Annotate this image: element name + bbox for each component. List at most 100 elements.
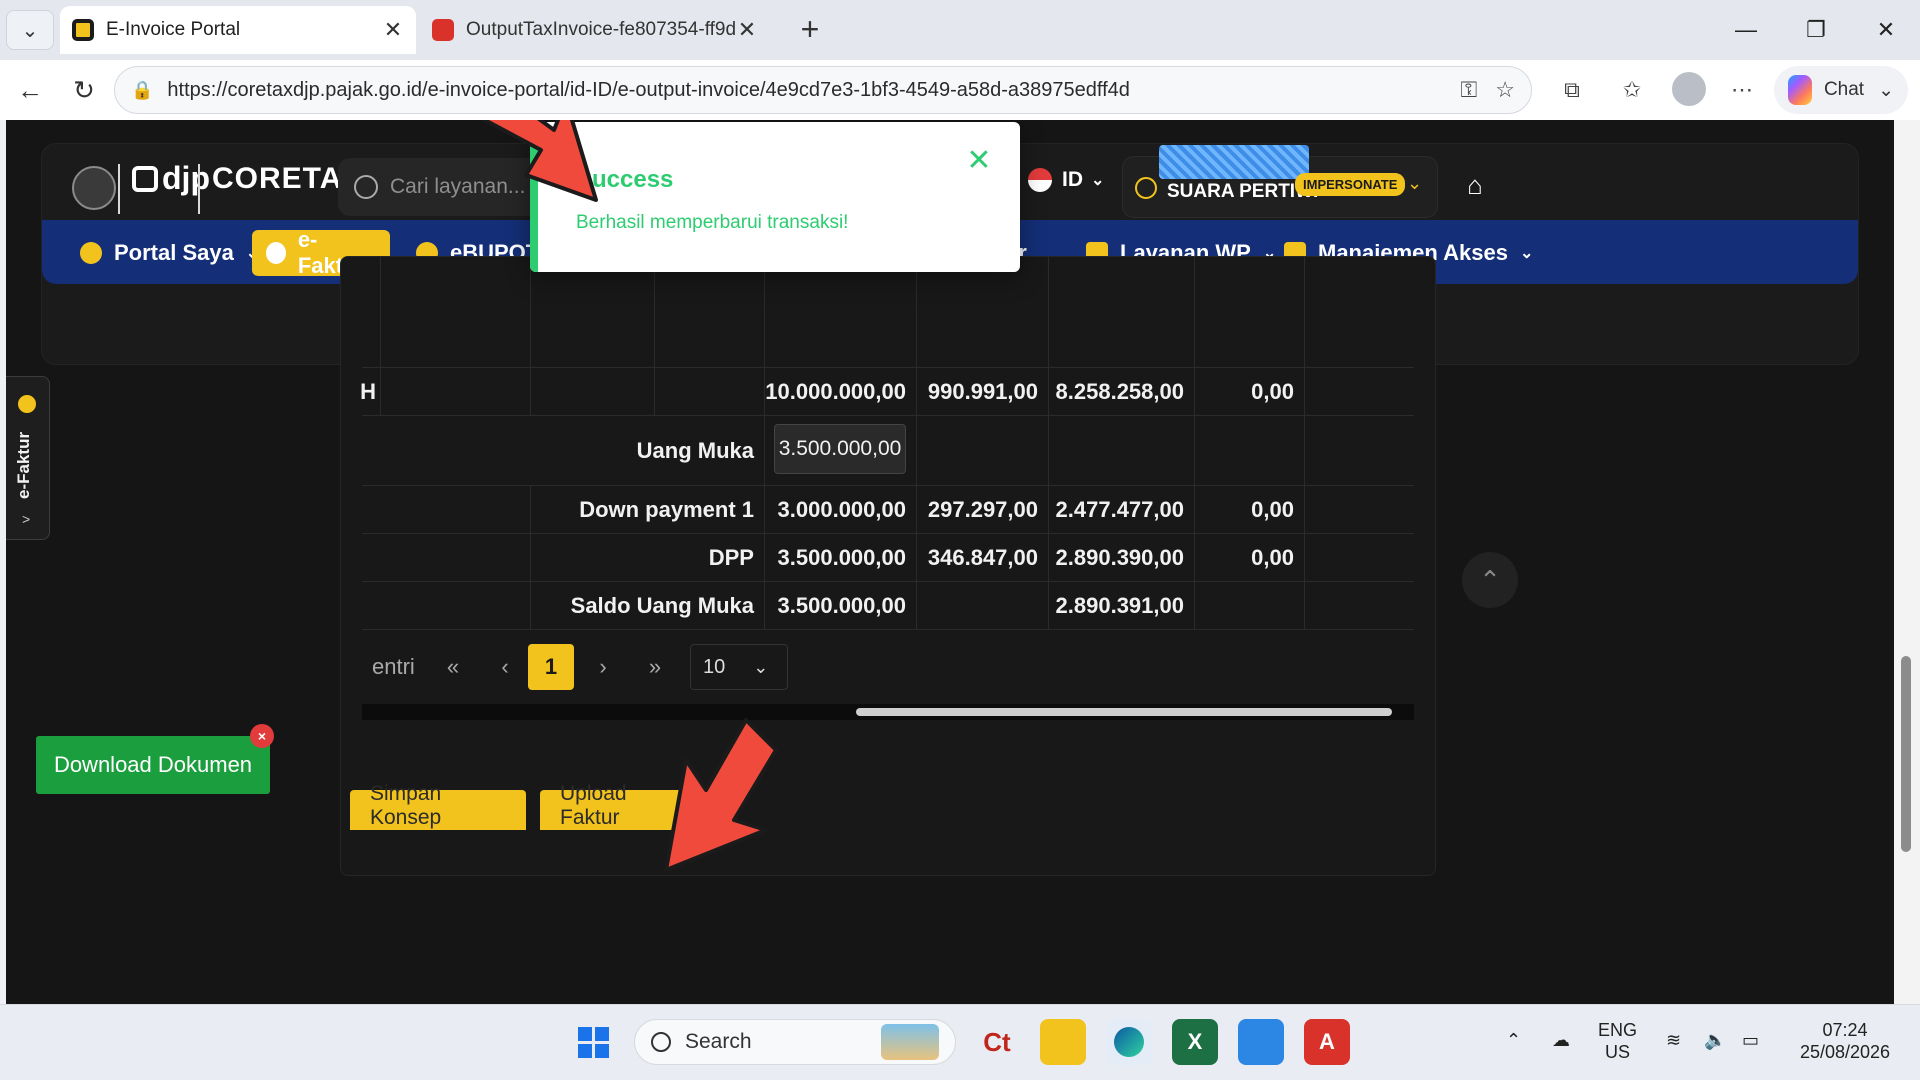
next-page-button[interactable]: › bbox=[580, 644, 626, 690]
restore-button[interactable]: ❐ bbox=[1786, 8, 1846, 52]
key-icon[interactable]: ⚿ bbox=[1461, 77, 1478, 103]
volume-icon[interactable]: 🔈 bbox=[1704, 1029, 1726, 1051]
table-cell: Down payment 1 bbox=[530, 486, 764, 533]
prev-page-button[interactable]: ‹ bbox=[482, 644, 528, 690]
minimize-button[interactable]: — bbox=[1716, 8, 1776, 52]
battery-icon[interactable]: ▭ bbox=[1742, 1029, 1759, 1051]
page-1-button[interactable]: 1 bbox=[528, 644, 574, 690]
url-text: https://coretaxdjp.pajak.go.id/e-invoice… bbox=[167, 78, 1130, 101]
table-row-down-payment: Down payment 1 3.000.000,00 297.297,00 2… bbox=[362, 486, 1414, 534]
new-tab-button[interactable]: + bbox=[790, 12, 830, 48]
file-explorer-icon[interactable] bbox=[1040, 1019, 1086, 1065]
more-menu-icon[interactable]: ⋯ bbox=[1722, 70, 1762, 110]
divider bbox=[198, 164, 200, 214]
page-viewport: djp CORETAX Cari layanan... ID ⌄ SUARA P… bbox=[6, 120, 1894, 1004]
url-field[interactable]: 🔒 https://coretaxdjp.pajak.go.id/e-invoi… bbox=[114, 66, 1532, 114]
table-cell bbox=[1194, 416, 1304, 485]
table-cell bbox=[764, 256, 916, 367]
close-download-icon[interactable]: × bbox=[250, 724, 274, 748]
wifi-icon[interactable]: ≋ bbox=[1666, 1029, 1681, 1051]
table-cell: 2.890.390,00 bbox=[1048, 534, 1194, 581]
search-highlight-image bbox=[881, 1024, 939, 1060]
search-icon bbox=[651, 1032, 671, 1052]
page-vertical-scrollbar[interactable] bbox=[1894, 120, 1920, 1004]
extensions-icon[interactable]: ⧉ bbox=[1552, 70, 1592, 110]
table-cell bbox=[1194, 582, 1304, 629]
table-cell bbox=[380, 368, 530, 415]
copilot-chat-button[interactable]: Chat ⌄ bbox=[1774, 66, 1908, 114]
chevron-right-icon: > bbox=[22, 511, 31, 527]
chevron-down-icon: ⌄ bbox=[1519, 245, 1534, 262]
chevron-down-icon: ⌄ bbox=[1407, 173, 1423, 193]
save-draft-button[interactable]: Simpan Konsep bbox=[350, 782, 526, 830]
copilot-icon bbox=[1788, 75, 1812, 105]
red-annotation-arrow-icon bbox=[664, 718, 778, 872]
chevron-down-icon: ⌄ bbox=[1878, 79, 1894, 101]
tray-overflow-icon[interactable]: ⌃ bbox=[1506, 1029, 1521, 1051]
scrollbar-thumb[interactable] bbox=[856, 708, 1392, 716]
table-cell: 3.500.000,00 bbox=[764, 582, 916, 629]
table-row-saldo: Saldo Uang Muka 3.500.000,00 2.890.391,0… bbox=[362, 582, 1414, 630]
photos-icon[interactable] bbox=[1238, 1019, 1284, 1065]
tab-title: OutputTaxInvoice-fe807354-ff9d-4 bbox=[466, 19, 736, 40]
taskbar-search[interactable]: Search bbox=[634, 1019, 956, 1065]
close-window-button[interactable]: ✕ bbox=[1856, 8, 1916, 52]
table-cell: 10.000.000,00 bbox=[764, 368, 916, 415]
windows-taskbar: Search Ct X A ⌃ ☁ ENG US ≋ 🔈 ▭ 07:24 25/… bbox=[0, 1004, 1920, 1080]
table-cell bbox=[1304, 486, 1414, 533]
reload-button[interactable]: ↻ bbox=[64, 70, 104, 110]
coretax-app-icon[interactable]: Ct bbox=[974, 1019, 1020, 1065]
tab-list-button[interactable]: ⌄ bbox=[6, 10, 54, 50]
browser-tab-bar: ⌄ E-Invoice Portal ✕ OutputTaxInvoice-fe… bbox=[0, 0, 1920, 60]
favorites-icon[interactable]: ✩ bbox=[1612, 70, 1652, 110]
uang-muka-label: Uang Muka bbox=[636, 438, 754, 463]
language-selector[interactable]: ID ⌄ bbox=[1028, 168, 1104, 192]
menu-label: Portal Saya bbox=[114, 240, 234, 265]
coretax-favicon-icon bbox=[72, 19, 94, 41]
table-cell: 3.000.000,00 bbox=[764, 486, 916, 533]
tab-e-invoice-portal[interactable]: E-Invoice Portal ✕ bbox=[60, 6, 416, 54]
excel-icon[interactable]: X bbox=[1172, 1019, 1218, 1065]
acrobat-icon[interactable]: A bbox=[1304, 1019, 1350, 1065]
table-horizontal-scrollbar[interactable] bbox=[362, 704, 1414, 720]
scrollbar-thumb[interactable] bbox=[1901, 656, 1911, 852]
profile-avatar[interactable] bbox=[1672, 72, 1706, 106]
table-cell bbox=[1304, 416, 1414, 485]
search-icon bbox=[354, 175, 378, 199]
clock-date: 25/08/2026 bbox=[1799, 1042, 1891, 1062]
close-toast-icon[interactable]: ✕ bbox=[964, 146, 994, 176]
table-cell: 297.297,00 bbox=[916, 486, 1048, 533]
tab-output-tax-invoice[interactable]: OutputTaxInvoice-fe807354-ff9d-4 ✕ bbox=[420, 6, 770, 54]
edge-browser-icon[interactable] bbox=[1106, 1019, 1152, 1065]
menu-portal-saya[interactable]: Portal Saya ⌄ bbox=[66, 230, 273, 276]
windows-start-icon[interactable] bbox=[570, 1019, 616, 1065]
user-profile-menu[interactable]: SUARA PERTIWI IMPERSONATE ⌄ bbox=[1122, 145, 1438, 218]
cloud-sync-icon[interactable]: ☁ bbox=[1552, 1029, 1570, 1051]
lock-icon: 🔒 bbox=[131, 79, 154, 100]
table-cell bbox=[916, 416, 1048, 485]
table-cell bbox=[1304, 534, 1414, 581]
table-cell: 0,00 bbox=[1194, 534, 1304, 581]
favorite-star-icon[interactable]: ☆ bbox=[1495, 77, 1515, 103]
divider bbox=[118, 164, 120, 214]
home-icon[interactable]: ⌂ bbox=[1460, 170, 1490, 200]
download-document-button[interactable]: Download Dokumen bbox=[36, 736, 270, 794]
government-emblem-icon bbox=[72, 166, 116, 210]
table-cell: Saldo Uang Muka bbox=[530, 582, 764, 629]
row-prefix: H bbox=[360, 379, 376, 404]
close-tab-icon[interactable]: ✕ bbox=[382, 17, 404, 43]
uang-muka-input[interactable]: 3.500.000,00 bbox=[774, 424, 906, 474]
table-cell: DPP bbox=[530, 534, 764, 581]
lang-top: ENG bbox=[1598, 1020, 1638, 1040]
table-cell bbox=[530, 368, 654, 415]
table-cell: 0,00 bbox=[1194, 486, 1304, 533]
close-tab-icon[interactable]: ✕ bbox=[736, 17, 758, 43]
language-indicator[interactable]: ENG US bbox=[1598, 1019, 1637, 1063]
table-cell bbox=[654, 256, 764, 367]
table-cell bbox=[654, 368, 764, 415]
first-page-button[interactable]: « bbox=[430, 644, 476, 690]
back-button[interactable]: ← bbox=[10, 70, 50, 110]
scroll-to-top-button[interactable]: ⌃ bbox=[1462, 552, 1518, 608]
clock[interactable]: 07:24 25/08/2026 bbox=[1790, 1019, 1900, 1063]
e-faktur-side-tab[interactable]: e-Faktur > bbox=[6, 376, 50, 540]
